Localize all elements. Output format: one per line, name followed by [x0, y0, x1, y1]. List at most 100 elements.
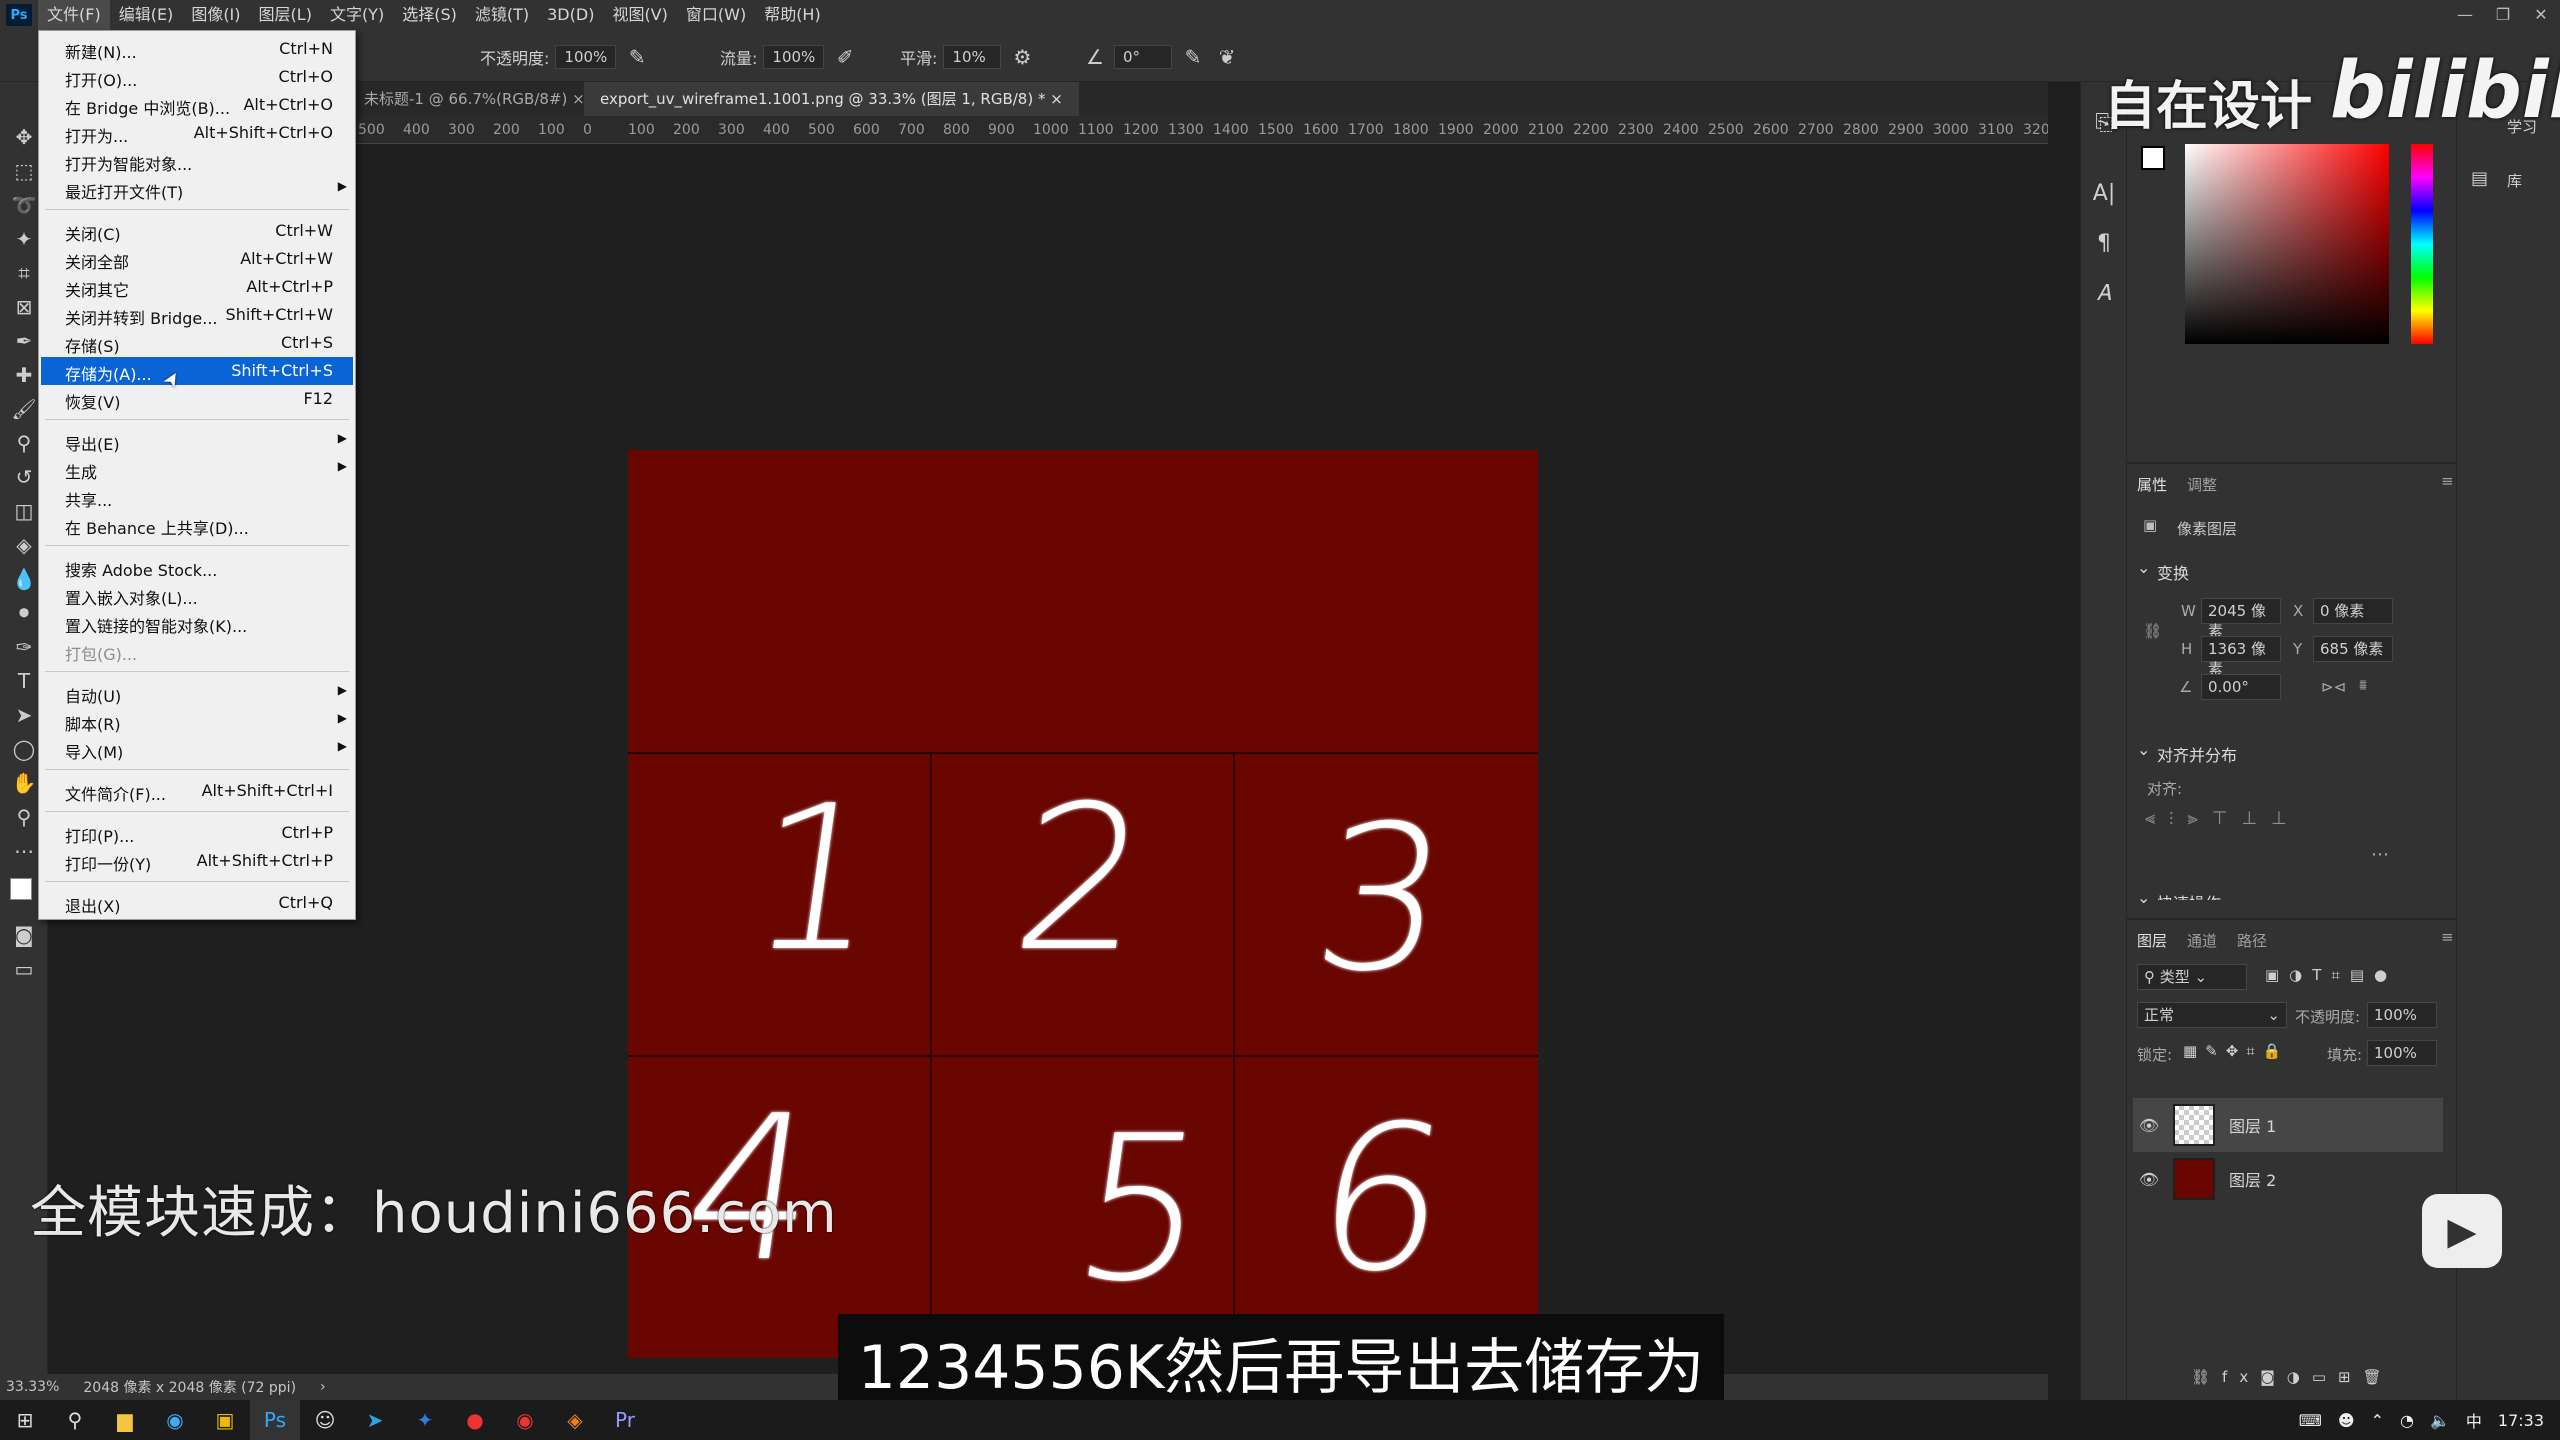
file-menu-item[interactable]: 最近打开文件(T) ▶ [41, 175, 353, 203]
layer-row-2[interactable]: 👁 图层 2 [2133, 1152, 2443, 1206]
file-menu-item[interactable]: 退出(X) Ctrl+Q [41, 889, 353, 917]
menu-window[interactable]: 窗口(W) [677, 0, 755, 30]
people-icon[interactable]: ☻ [2338, 1411, 2355, 1430]
menu-view[interactable]: 视图(V) [603, 0, 676, 30]
file-menu-item[interactable]: 置入链接的智能对象(K)... [41, 609, 353, 637]
y-field[interactable]: 685 像素 [2313, 636, 2393, 662]
blend-mode-select[interactable]: 正常 ⌄ [2137, 1002, 2287, 1028]
height-field[interactable]: 1363 像素 [2201, 636, 2281, 678]
file-menu-item[interactable]: 生成 ▶ [41, 455, 353, 483]
file-menu-item[interactable]: 置入嵌入对象(L)... [41, 581, 353, 609]
x-field[interactable]: 0 像素 [2313, 598, 2393, 624]
layer-name[interactable]: 图层 2 [2229, 1167, 2276, 1191]
pressure-size-icon[interactable]: ✎ [1180, 44, 1206, 70]
file-menu-item[interactable]: 新建(N)... Ctrl+N [41, 35, 353, 63]
file-menu-item[interactable]: 关闭并转到 Bridge... Shift+Ctrl+W [41, 301, 353, 329]
ime-indicator[interactable]: 中 [2466, 1408, 2482, 1432]
close-icon[interactable]: ✕ [2522, 0, 2560, 30]
tab-paths[interactable]: 路径 [2237, 930, 2267, 951]
layer-bottom-actions[interactable]: ⛓fx◙◑▭⊞🗑 [2191, 1368, 2394, 1386]
eye-icon[interactable]: 👁 [2133, 1170, 2165, 1189]
status-chevron-icon[interactable]: › [320, 1379, 326, 1395]
network-icon[interactable]: ◔ [2400, 1411, 2414, 1430]
fill-field[interactable]: 100% [2367, 1040, 2437, 1066]
file-menu-item[interactable]: 打开(O)... Ctrl+O [41, 63, 353, 91]
keyboard-icon[interactable]: ⌨ [2299, 1411, 2322, 1430]
file-menu-item[interactable]: 在 Behance 上共享(D)... [41, 511, 353, 539]
layer-row-1[interactable]: 👁 图层 1 [2133, 1098, 2443, 1152]
menu-help[interactable]: 帮助(H) [755, 0, 830, 30]
clock[interactable]: 17:33 [2498, 1411, 2544, 1430]
menu-image[interactable]: 图像(I) [182, 0, 249, 30]
layer-name[interactable]: 图层 1 [2229, 1113, 2276, 1137]
file-menu-item[interactable]: 关闭其它 Alt+Ctrl+P [41, 273, 353, 301]
quick-actions-chevron-icon[interactable]: ⌄ [2137, 888, 2150, 907]
layer-filter-select[interactable]: ⚲ 类型 ⌄ [2137, 964, 2247, 990]
airbrush-icon[interactable]: ✐ [832, 44, 858, 70]
file-menu-item[interactable]: 导入(M) ▶ [41, 735, 353, 763]
tab-channels[interactable]: 通道 [2187, 930, 2217, 951]
search-icon[interactable]: ⚲ [50, 1400, 100, 1440]
windows-start-icon[interactable]: ⊞ [0, 1400, 50, 1440]
tab-adjustments[interactable]: 调整 [2187, 474, 2217, 495]
file-menu-item[interactable]: 关闭全部 Alt+Ctrl+W [41, 245, 353, 273]
file-menu-item[interactable]: 共享... [41, 483, 353, 511]
glyphs-panel-icon[interactable]: 𝐴 [2081, 268, 2127, 318]
align-chevron-icon[interactable]: ⌄ [2137, 740, 2150, 759]
file-menu-item[interactable]: 关闭(C) Ctrl+W [41, 217, 353, 245]
gear-icon[interactable]: ⚙ [1009, 44, 1035, 70]
restore-icon[interactable]: ❐ [2484, 0, 2522, 30]
panel-menu-icon[interactable]: ≡ [2441, 472, 2454, 490]
flip-vertical-icon[interactable]: ⩩ [2359, 676, 2367, 694]
app-orange-icon[interactable]: ◈ [550, 1400, 600, 1440]
file-menu-item[interactable]: 打开为智能对象... [41, 147, 353, 175]
color-swatches-small[interactable] [2141, 146, 2177, 182]
tab-properties[interactable]: 属性 [2137, 474, 2167, 495]
pressure-opacity-icon[interactable]: ✎ [624, 44, 650, 70]
layer-filter-icons[interactable]: ▣◑T⌗▤● [2265, 966, 2397, 984]
smooth-field[interactable]: 10% [943, 45, 1002, 69]
flip-horizontal-icon[interactable]: ⊳⊲ [2321, 678, 2346, 696]
link-icon[interactable]: ⛓ [2143, 622, 2162, 640]
chevron-up-icon[interactable]: ⌃ [2371, 1411, 2384, 1430]
telegram-icon[interactable]: ➤ [350, 1400, 400, 1440]
file-menu-item[interactable]: 导出(E) ▶ [41, 427, 353, 455]
color-field[interactable] [2185, 144, 2389, 344]
file-menu-item[interactable]: 存储(S) Ctrl+S [41, 329, 353, 357]
menu-filter[interactable]: 滤镜(T) [466, 0, 538, 30]
foreground-swatch[interactable] [10, 878, 32, 900]
opacity-field[interactable]: 100% [555, 45, 617, 69]
recorder2-icon[interactable]: ◉ [500, 1400, 550, 1440]
more-options-icon[interactable]: ⋯ [2371, 844, 2389, 865]
recorder-icon[interactable]: ● [450, 1400, 500, 1440]
rotation-field[interactable]: 0.00° [2201, 674, 2281, 700]
file-menu-item[interactable]: 存储为(A)... Shift+Ctrl+S [41, 357, 353, 385]
menu-select[interactable]: 选择(S) [393, 0, 466, 30]
app-blue-icon[interactable]: ✦ [400, 1400, 450, 1440]
tab-export-uv-wireframe[interactable]: export_uv_wireframe1.1001.png @ 33.3% (图… [584, 82, 1079, 116]
libraries-icon[interactable]: ▤ [2471, 168, 2488, 189]
menu-layer[interactable]: 图层(L) [250, 0, 321, 30]
align-buttons-icon[interactable]: ⫷⫶⫸⊤⊥⊥ [2145, 808, 2301, 829]
minimize-icon[interactable]: — [2446, 0, 2484, 30]
file-menu-item[interactable]: 打印一份(Y) Alt+Shift+Ctrl+P [41, 847, 353, 875]
file-menu-item[interactable]: 打印(P)... Ctrl+P [41, 819, 353, 847]
foreground-color[interactable] [2141, 146, 2165, 170]
lock-icons[interactable]: ▦✎✥⌗🔒 [2183, 1042, 2289, 1060]
premiere-icon[interactable]: Pr [600, 1400, 650, 1440]
file-menu-item[interactable]: 文件简介(F)... Alt+Shift+Ctrl+I [41, 777, 353, 805]
app-yellow-icon[interactable]: ▣ [200, 1400, 250, 1440]
file-menu-item[interactable]: 在 Bridge 中浏览(B)... Alt+Ctrl+O [41, 91, 353, 119]
eye-icon[interactable]: 👁 [2133, 1116, 2165, 1135]
paragraph-panel-icon[interactable]: ¶ [2081, 218, 2127, 268]
menu-type[interactable]: 文字(Y) [321, 0, 393, 30]
flow-field[interactable]: 100% [763, 45, 825, 69]
edge-icon[interactable]: ◉ [150, 1400, 200, 1440]
volume-icon[interactable]: 🔈 [2430, 1411, 2450, 1430]
width-field[interactable]: 2045 像素 [2201, 598, 2281, 640]
layer-opacity-field[interactable]: 100% [2367, 1002, 2437, 1028]
transform-chevron-icon[interactable]: ⌄ [2137, 558, 2150, 577]
screen-mode-icon[interactable]: ▭ [0, 952, 48, 986]
layers-menu-icon[interactable]: ≡ [2441, 928, 2454, 946]
file-menu-item[interactable]: 打开为... Alt+Shift+Ctrl+O [41, 119, 353, 147]
